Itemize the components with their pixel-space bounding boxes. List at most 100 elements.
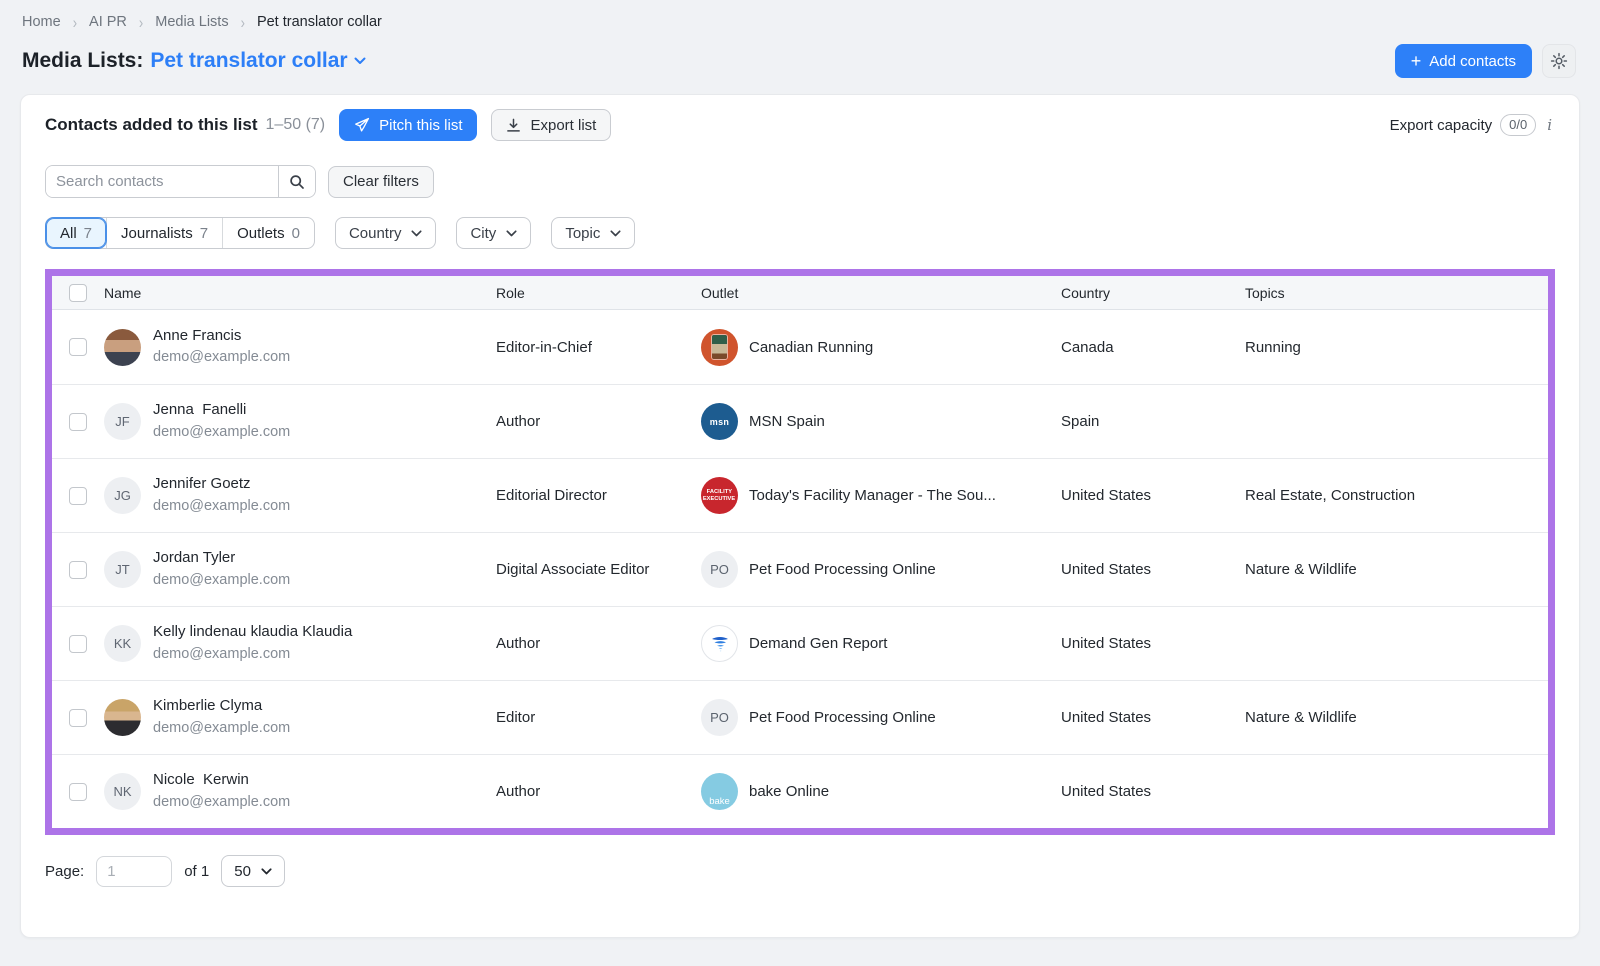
- outlet-name: bake Online: [749, 783, 829, 800]
- tab-all-label: All: [60, 225, 77, 242]
- country-filter-dropdown[interactable]: Country: [335, 217, 437, 249]
- column-header-role[interactable]: Role: [496, 285, 701, 301]
- chevron-down-icon: [354, 57, 366, 65]
- plus-icon: +: [1411, 52, 1422, 70]
- outlet-logo: [701, 625, 738, 662]
- city-filter-dropdown[interactable]: City: [456, 217, 531, 249]
- search-button[interactable]: [278, 166, 315, 197]
- list-name-dropdown[interactable]: Pet translator collar: [150, 49, 365, 73]
- contact-country: United States: [1061, 635, 1245, 652]
- page-title-prefix: Media Lists:: [22, 49, 143, 73]
- export-capacity-label: Export capacity: [1390, 117, 1493, 134]
- contact-country: Spain: [1061, 413, 1245, 430]
- page-number-input[interactable]: [96, 856, 172, 887]
- outlet-name: Pet Food Processing Online: [749, 561, 936, 578]
- contact-email: demo@example.com: [153, 570, 290, 592]
- page-size-select[interactable]: 50: [221, 855, 285, 887]
- row-checkbox[interactable]: [69, 413, 87, 431]
- export-capacity-badge: 0/0: [1500, 114, 1536, 136]
- chevron-down-icon: [610, 230, 621, 237]
- tab-journalists-count: 7: [200, 225, 208, 242]
- pagination: Page: of 1 50: [21, 835, 1579, 887]
- outlet-logo: bake: [701, 773, 738, 810]
- column-header-country[interactable]: Country: [1061, 285, 1245, 301]
- chevron-down-icon: [506, 230, 517, 237]
- row-checkbox[interactable]: [69, 487, 87, 505]
- contact-email: demo@example.com: [153, 644, 352, 666]
- contact-country: Canada: [1061, 339, 1245, 356]
- outlet-name: Canadian Running: [749, 339, 873, 356]
- breadcrumb-media-lists[interactable]: Media Lists: [155, 14, 228, 30]
- avatar: KK: [104, 625, 141, 662]
- breadcrumb-home[interactable]: Home: [22, 14, 61, 30]
- settings-button[interactable]: [1542, 44, 1576, 78]
- avatar: NK: [104, 773, 141, 810]
- pitch-list-button[interactable]: Pitch this list: [339, 109, 477, 141]
- breadcrumb-ai-pr[interactable]: AI PR: [89, 14, 127, 30]
- outlet-name: MSN Spain: [749, 413, 825, 430]
- topic-filter-dropdown[interactable]: Topic: [551, 217, 635, 249]
- row-checkbox[interactable]: [69, 783, 87, 801]
- row-checkbox[interactable]: [69, 338, 87, 356]
- table-header: Name Role Outlet Country Topics: [52, 276, 1548, 310]
- tab-outlets-count: 0: [292, 225, 300, 242]
- column-header-outlet[interactable]: Outlet: [701, 285, 1061, 301]
- column-header-topics[interactable]: Topics: [1245, 285, 1548, 301]
- row-checkbox[interactable]: [69, 709, 87, 727]
- add-contacts-button[interactable]: + Add contacts: [1395, 44, 1532, 78]
- table-row[interactable]: KK Kelly lindenau klaudia Klaudia demo@e…: [52, 606, 1548, 680]
- row-checkbox[interactable]: [69, 561, 87, 579]
- contact-email: demo@example.com: [153, 496, 290, 518]
- tab-journalists[interactable]: Journalists 7: [106, 218, 222, 248]
- chevron-down-icon: [411, 230, 422, 237]
- paper-plane-icon: [354, 117, 370, 133]
- breadcrumb-separator-icon: ›: [139, 13, 143, 32]
- contacts-card: Contacts added to this list 1–50 (7) Pit…: [20, 94, 1580, 938]
- outlet-logo: PO: [701, 551, 738, 588]
- contact-country: United States: [1061, 709, 1245, 726]
- clear-filters-button[interactable]: Clear filters: [328, 166, 434, 198]
- avatar: JF: [104, 403, 141, 440]
- contacts-range: 1–50 (7): [266, 116, 326, 134]
- column-header-name[interactable]: Name: [104, 285, 496, 301]
- table-row[interactable]: Kimberlie Clyma demo@example.com Editor …: [52, 680, 1548, 754]
- contact-topics: Running: [1245, 339, 1548, 356]
- pitch-list-label: Pitch this list: [379, 117, 462, 134]
- contact-topics: Nature & Wildlife: [1245, 709, 1548, 726]
- contact-topics: Nature & Wildlife: [1245, 561, 1548, 578]
- table-row[interactable]: JG Jennifer Goetz demo@example.com Edito…: [52, 458, 1548, 532]
- contact-role: Editorial Director: [496, 487, 701, 504]
- page-size-value: 50: [234, 863, 251, 880]
- tab-outlets[interactable]: Outlets 0: [222, 218, 314, 248]
- contact-role: Author: [496, 635, 701, 652]
- info-icon[interactable]: i: [1544, 116, 1555, 134]
- contacts-table: Name Role Outlet Country Topics Anne Fra…: [45, 269, 1555, 835]
- table-row[interactable]: JF Jenna Fanelli demo@example.com Author…: [52, 384, 1548, 458]
- row-checkbox[interactable]: [69, 635, 87, 653]
- contact-name: Jennifer Goetz: [153, 473, 290, 496]
- outlet-logo: [701, 329, 738, 366]
- table-row[interactable]: Anne Francis demo@example.com Editor-in-…: [52, 310, 1548, 384]
- table-row[interactable]: JT Jordan Tyler demo@example.com Digital…: [52, 532, 1548, 606]
- select-all-checkbox[interactable]: [69, 284, 87, 302]
- breadcrumb-separator-icon: ›: [241, 13, 245, 32]
- outlet-logo: FACILITYEXECUTIVE: [701, 477, 738, 514]
- contact-name: Anne Francis: [153, 325, 290, 348]
- tab-all[interactable]: All 7: [46, 218, 106, 248]
- search-icon: [289, 174, 305, 190]
- tab-all-count: 7: [84, 225, 92, 242]
- table-row[interactable]: NK Nicole Kerwin demo@example.com Author…: [52, 754, 1548, 828]
- contact-role: Editor-in-Chief: [496, 339, 701, 356]
- contact-country: United States: [1061, 487, 1245, 504]
- contact-name: Jordan Tyler: [153, 547, 290, 570]
- search-input[interactable]: [46, 166, 278, 197]
- contacts-heading: Contacts added to this list: [45, 115, 258, 135]
- export-list-button[interactable]: Export list: [491, 109, 611, 141]
- outlet-logo: msn: [701, 403, 738, 440]
- outlet-name: Pet Food Processing Online: [749, 709, 936, 726]
- page-title: Media Lists: Pet translator collar: [22, 49, 366, 73]
- contact-country: United States: [1061, 783, 1245, 800]
- tab-outlets-label: Outlets: [237, 225, 285, 242]
- contact-topics: Real Estate, Construction: [1245, 487, 1548, 504]
- add-contacts-label: Add contacts: [1429, 53, 1516, 70]
